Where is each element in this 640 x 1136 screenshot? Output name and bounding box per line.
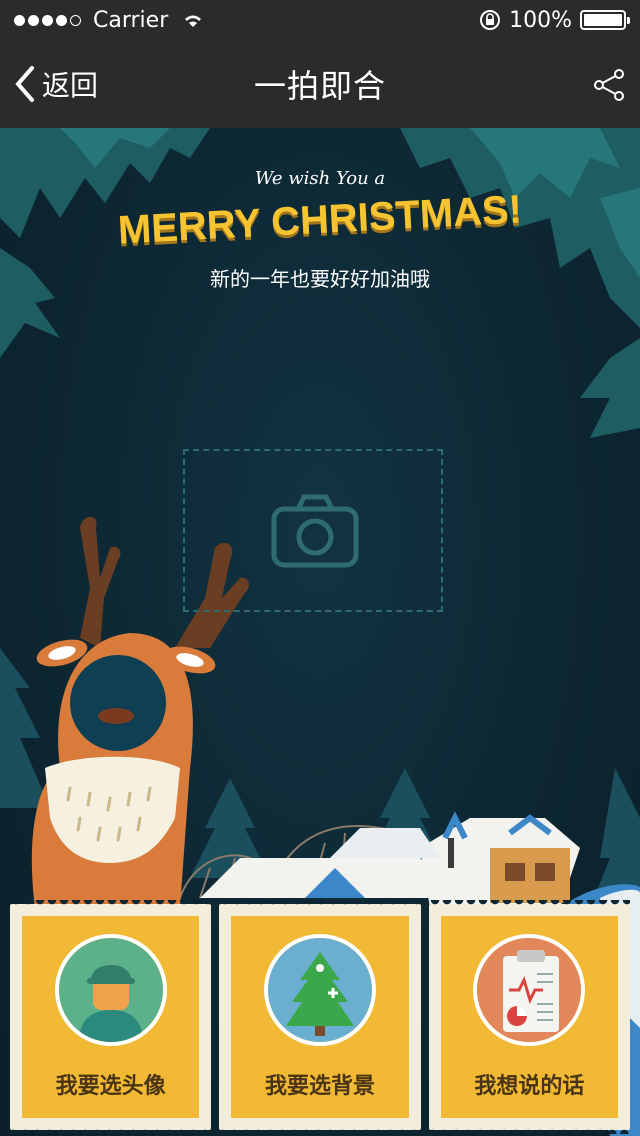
battery-percentage: 100% <box>509 7 572 33</box>
status-bar: Carrier 100% <box>0 0 640 40</box>
back-label: 返回 <box>42 69 99 102</box>
write-message-button[interactable]: 我想说的话 <box>428 900 631 1130</box>
choose-background-button[interactable]: 我要选背景 <box>219 900 421 1130</box>
wifi-icon <box>185 15 202 27</box>
navigation-bar: 返回 一拍即合 <box>0 40 640 128</box>
page-title: 一拍即合 <box>253 67 386 105</box>
avatar-icon <box>54 934 167 1046</box>
share-icon <box>594 69 624 101</box>
choose-avatar-label: 我要选头像 <box>55 1074 166 1099</box>
back-button[interactable]: 返回 <box>14 64 98 104</box>
orientation-lock-icon <box>480 10 501 30</box>
choose-avatar-button[interactable]: 我要选头像 <box>10 900 212 1130</box>
photo-upload-area[interactable] <box>183 449 443 612</box>
share-button[interactable] <box>592 68 626 106</box>
clipboard-icon <box>473 934 586 1046</box>
carrier-name: Carrier <box>93 7 169 33</box>
christmas-card-scene: We wish You a MERRY CHRISTMAS! 新的一年也要好好加… <box>0 128 640 1136</box>
christmas-tree-icon <box>263 934 376 1046</box>
chevron-left-icon <box>15 66 34 102</box>
camera-icon <box>271 494 359 568</box>
choose-background-label: 我要选背景 <box>264 1074 375 1099</box>
signal-strength-icon <box>14 14 81 26</box>
write-message-label: 我想说的话 <box>474 1074 585 1099</box>
battery-icon <box>580 10 630 30</box>
greeting-subtitle: 新的一年也要好好加油哦 <box>210 267 430 291</box>
action-stamps: 我要选头像 我要选背景 我想说的话 <box>10 900 631 1130</box>
